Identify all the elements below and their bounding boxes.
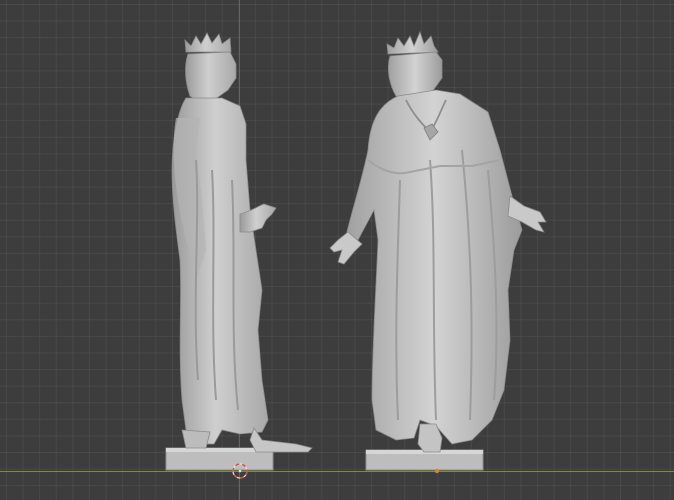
statue-side-crown [184, 32, 232, 53]
statue-front-crown [386, 30, 439, 55]
statue-side-view[interactable] [165, 32, 313, 479]
front-origin-dot [434, 468, 440, 474]
scene-canvas [165, 30, 547, 479]
statue-front-view[interactable] [329, 30, 547, 474]
statue-side-foot-back [181, 429, 211, 449]
statue-side-head [185, 51, 237, 103]
3d-viewport[interactable] [0, 0, 674, 500]
